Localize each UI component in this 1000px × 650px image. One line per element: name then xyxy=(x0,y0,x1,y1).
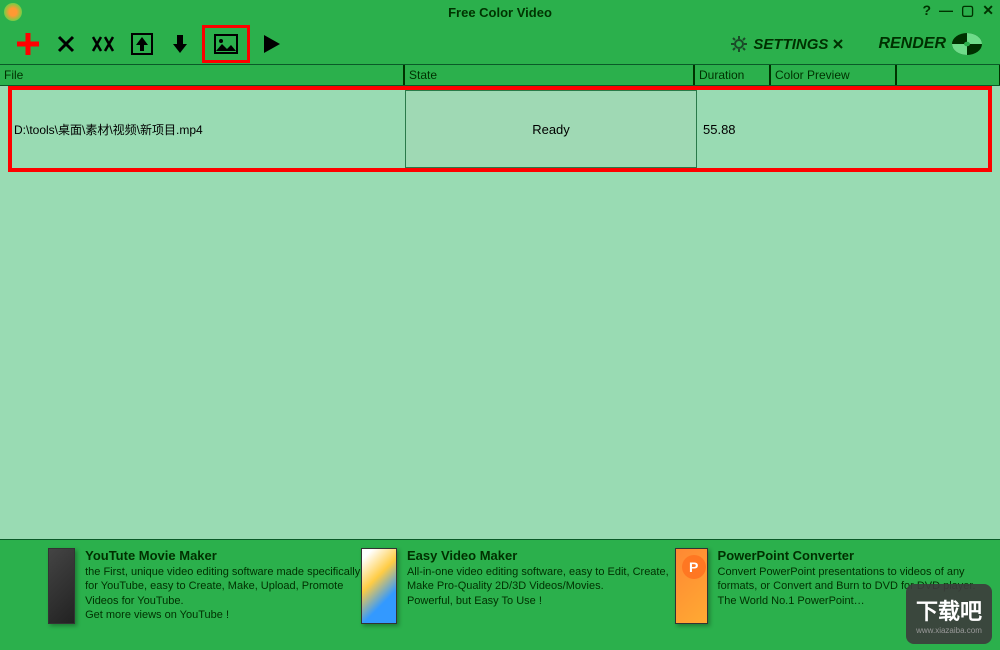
promo-extra: Get more views on YouTube ! xyxy=(85,608,361,622)
settings-label: SETTINGS xyxy=(753,36,828,53)
cell-state: Ready xyxy=(405,90,697,168)
image-icon xyxy=(214,34,238,54)
render-disc-icon xyxy=(950,30,984,58)
minimize-button[interactable]: — xyxy=(939,2,953,19)
move-up-button[interactable] xyxy=(126,28,158,60)
promo-item-easyvideo[interactable]: Easy Video Maker All-in-one video editin… xyxy=(361,548,674,650)
promo-item-ppt[interactable]: PowerPoint Converter Convert PowerPoint … xyxy=(675,548,988,650)
promo-thumb-icon xyxy=(48,548,75,624)
promo-extra: Powerful, but Easy To Use ! xyxy=(407,594,675,608)
window-title: Free Color Video xyxy=(448,5,552,20)
close-button[interactable]: ✕ xyxy=(982,2,994,19)
play-icon xyxy=(262,33,282,55)
cell-preview xyxy=(773,90,988,168)
promo-bar: YouTute Movie Maker the First, unique vi… xyxy=(0,540,1000,650)
help-button[interactable]: ? xyxy=(922,2,931,19)
promo-title: YouTute Movie Maker xyxy=(85,548,361,563)
double-x-icon xyxy=(91,34,117,54)
add-button[interactable] xyxy=(12,28,44,60)
image-highlight-box xyxy=(202,25,250,63)
promo-desc: Convert PowerPoint presentations to vide… xyxy=(718,565,988,594)
arrow-up-icon xyxy=(131,33,153,55)
table-body: D:\tools\桌面\素材\视频\新项目.mp4 Ready 55.88 xyxy=(0,86,1000,540)
promo-title: Easy Video Maker xyxy=(407,548,675,563)
x-icon xyxy=(56,34,76,54)
promo-desc: the First, unique video editing software… xyxy=(85,565,361,608)
app-icon xyxy=(4,3,22,21)
promo-thumb-icon xyxy=(361,548,397,624)
render-button[interactable]: RENDER xyxy=(870,30,992,58)
promo-item-youtube[interactable]: YouTute Movie Maker the First, unique vi… xyxy=(48,548,361,650)
promo-extra: The World No.1 PowerPoint… xyxy=(718,594,988,608)
promo-thumb-icon xyxy=(675,548,708,624)
column-duration[interactable]: Duration xyxy=(694,65,770,85)
column-spacer xyxy=(896,65,1000,85)
table-row[interactable]: D:\tools\桌面\素材\视频\新项目.mp4 Ready 55.88 xyxy=(8,86,992,172)
column-preview[interactable]: Color Preview xyxy=(770,65,896,85)
image-button[interactable] xyxy=(210,28,242,60)
play-button[interactable] xyxy=(256,28,288,60)
delete-button[interactable] xyxy=(50,28,82,60)
clear-all-button[interactable] xyxy=(88,28,120,60)
settings-button[interactable]: SETTINGS xyxy=(721,34,852,54)
render-label: RENDER xyxy=(878,35,946,53)
column-file[interactable]: File xyxy=(0,65,404,85)
cell-duration: 55.88 xyxy=(697,90,773,168)
toolbar: SETTINGS RENDER xyxy=(0,24,1000,64)
gear-icon xyxy=(729,34,749,54)
titlebar: Free Color Video ? — ▢ ✕ xyxy=(0,0,1000,24)
move-down-button[interactable] xyxy=(164,28,196,60)
arrow-down-icon xyxy=(171,33,189,55)
close-x-icon xyxy=(832,38,844,50)
plus-icon xyxy=(15,31,41,57)
cell-file: D:\tools\桌面\素材\视频\新项目.mp4 xyxy=(12,90,405,168)
column-state[interactable]: State xyxy=(404,65,694,85)
table-header: File State Duration Color Preview xyxy=(0,64,1000,86)
maximize-button[interactable]: ▢ xyxy=(961,2,974,19)
promo-desc: All-in-one video editing software, easy … xyxy=(407,565,675,594)
promo-title: PowerPoint Converter xyxy=(718,548,988,563)
